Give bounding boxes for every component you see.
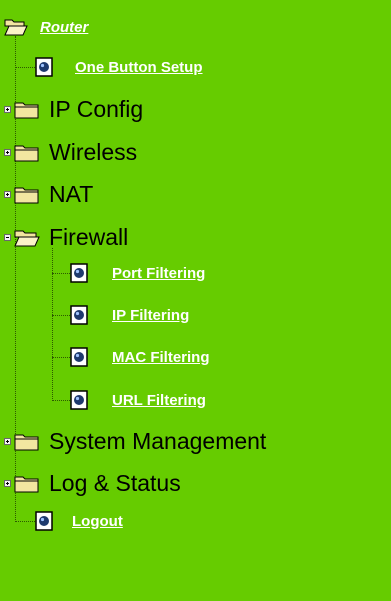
folder-closed-icon [14,144,40,162]
log-status-label[interactable]: Log & Status [49,470,181,497]
tree-connector [15,521,35,522]
tree-item-ip-config[interactable]: IP Config [4,96,143,123]
page-icon [35,511,53,531]
page-icon [35,57,53,77]
tree-root-router[interactable]: Router [4,18,88,36]
expand-toggle-icon[interactable] [4,149,11,156]
tree-connector [52,248,53,401]
page-icon [70,263,88,283]
folder-closed-icon [14,186,40,204]
one-button-setup-link[interactable]: One Button Setup [75,59,203,76]
expand-toggle-icon[interactable] [4,438,11,445]
folder-open-icon [14,229,40,247]
tree-item-log-status[interactable]: Log & Status [4,470,181,497]
tree-connector [52,357,70,358]
navigation-tree: Router One Button Setup IP Config Wirele… [0,0,391,601]
tree-item-nat[interactable]: NAT [4,181,93,208]
ip-config-label[interactable]: IP Config [49,96,143,123]
expand-toggle-icon[interactable] [4,191,11,198]
tree-item-system-management[interactable]: System Management [4,428,266,455]
page-icon [70,390,88,410]
expand-toggle-icon[interactable] [4,106,11,113]
folder-open-icon [4,18,28,36]
tree-item-firewall[interactable]: Firewall [4,224,128,251]
tree-item-url-filtering[interactable]: URL Filtering [70,390,206,410]
tree-item-one-button-setup[interactable]: One Button Setup [35,57,203,77]
tree-connector [52,273,70,274]
expand-toggle-icon[interactable] [4,480,11,487]
tree-item-ip-filtering[interactable]: IP Filtering [70,305,189,325]
page-icon [70,305,88,325]
page-icon [70,347,88,367]
url-filtering-link[interactable]: URL Filtering [112,392,206,409]
tree-item-port-filtering[interactable]: Port Filtering [70,263,205,283]
ip-filtering-link[interactable]: IP Filtering [112,307,189,324]
tree-connector [15,67,35,68]
mac-filtering-link[interactable]: MAC Filtering [112,349,210,366]
nat-label[interactable]: NAT [49,181,93,208]
tree-connector [52,400,70,401]
folder-closed-icon [14,433,40,451]
folder-closed-icon [14,101,40,119]
system-management-label[interactable]: System Management [49,428,266,455]
tree-item-logout[interactable]: Logout [35,511,123,531]
firewall-label[interactable]: Firewall [49,224,128,251]
collapse-toggle-icon[interactable] [4,234,11,241]
port-filtering-link[interactable]: Port Filtering [112,265,205,282]
logout-link[interactable]: Logout [72,513,123,530]
tree-item-wireless[interactable]: Wireless [4,139,137,166]
router-link[interactable]: Router [40,19,88,36]
tree-item-mac-filtering[interactable]: MAC Filtering [70,347,210,367]
wireless-label[interactable]: Wireless [49,139,137,166]
folder-closed-icon [14,475,40,493]
tree-connector [52,315,70,316]
